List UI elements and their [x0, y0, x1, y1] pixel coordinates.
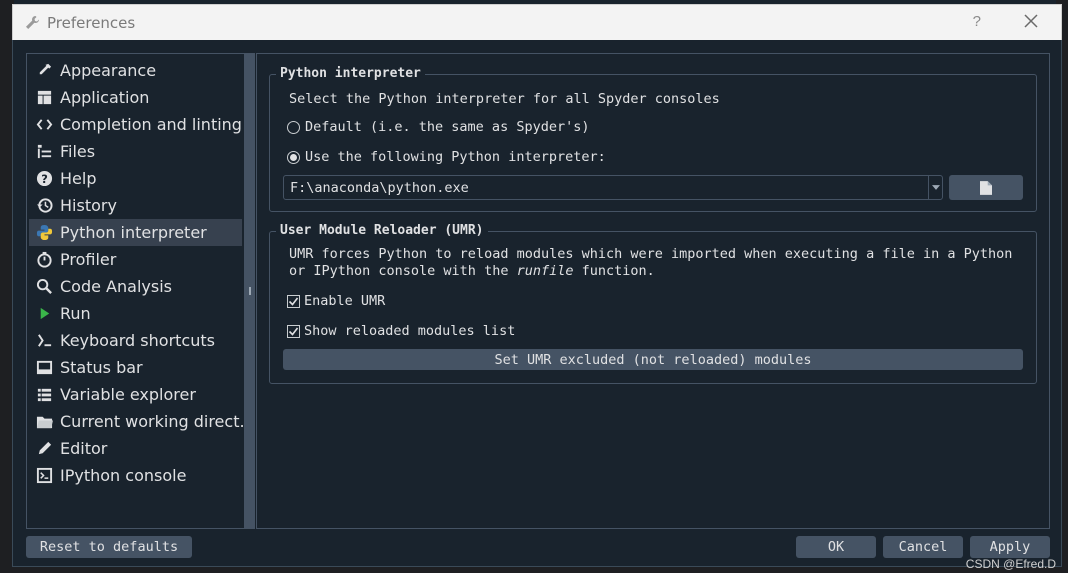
close-icon	[1024, 14, 1038, 28]
custom-interpreter-radio[interactable]: Use the following Python interpreter:	[287, 149, 606, 165]
pencil-icon	[35, 440, 53, 458]
sidebar-item-working-directory[interactable]: Current working direct...	[27, 408, 244, 435]
sidebar-item-appearance[interactable]: Appearance	[27, 57, 244, 84]
settings-content: Python interpreter Select the Python int…	[256, 53, 1050, 529]
play-icon	[35, 305, 53, 323]
umr-description-line2: or IPython console with the runfile func…	[289, 263, 655, 279]
show-reloaded-modules-checkbox[interactable]: Show reloaded modules list	[287, 323, 515, 339]
show-list-check-indicator[interactable]	[287, 324, 300, 338]
splitter-grip	[249, 287, 251, 295]
close-button[interactable]	[1021, 11, 1041, 31]
file-icon	[980, 180, 992, 195]
checkmark-icon	[288, 327, 299, 336]
wrench-icon	[23, 14, 41, 32]
default-radio-indicator[interactable]	[287, 120, 300, 134]
checkmark-icon	[288, 297, 299, 306]
preferences-dialog: Appearance Application Completion and li…	[12, 40, 1062, 567]
file-tree-icon	[35, 143, 53, 161]
sidebar-item-help[interactable]: ? Help	[27, 165, 244, 192]
sidebar: Appearance Application Completion and li…	[26, 53, 245, 529]
sidebar-item-run[interactable]: Run	[27, 300, 244, 327]
cancel-button[interactable]: Cancel	[883, 536, 963, 558]
interpreter-description: Select the Python interpreter for all Sp…	[289, 91, 720, 107]
folder-icon	[35, 413, 53, 431]
svg-text:?: ?	[41, 172, 48, 186]
list-icon	[35, 386, 53, 404]
sidebar-item-files[interactable]: Files	[27, 138, 244, 165]
interpreter-path-value[interactable]: F:\anaconda\python.exe	[290, 180, 469, 196]
python-interpreter-group: Python interpreter Select the Python int…	[269, 66, 1037, 212]
code-icon	[35, 116, 53, 134]
eyedropper-icon	[35, 62, 53, 80]
window-title: Preferences	[47, 13, 136, 32]
enable-umr-check-indicator[interactable]	[287, 294, 300, 308]
apply-button[interactable]: Apply	[970, 536, 1050, 558]
title-bar: Preferences ?	[12, 4, 1062, 40]
python-interpreter-group-title: Python interpreter	[276, 66, 425, 81]
browse-file-button[interactable]	[949, 175, 1023, 200]
umr-description-line1: UMR forces Python to reload modules whic…	[289, 246, 1013, 262]
sidebar-item-ipython-console[interactable]: IPython console	[27, 462, 244, 489]
sidebar-item-variable-explorer[interactable]: Variable explorer	[27, 381, 244, 408]
sidebar-splitter[interactable]	[245, 53, 255, 529]
custom-radio-indicator[interactable]	[287, 150, 300, 164]
python-icon	[35, 224, 53, 242]
sidebar-item-code-analysis[interactable]: Code Analysis	[27, 273, 244, 300]
layout-icon	[35, 89, 53, 107]
sidebar-item-profiler[interactable]: Profiler	[27, 246, 244, 273]
timer-icon	[35, 251, 53, 269]
umr-group-title: User Module Reloader (UMR)	[276, 223, 488, 238]
umr-group: User Module Reloader (UMR) UMR forces Py…	[269, 223, 1037, 384]
sidebar-item-editor[interactable]: Editor	[27, 435, 244, 462]
watermark: CSDN @Efred.D	[965, 557, 1056, 571]
interpreter-path-combobox[interactable]: F:\anaconda\python.exe	[283, 175, 943, 200]
sidebar-item-application[interactable]: Application	[27, 84, 244, 111]
statusbar-icon	[35, 359, 53, 377]
ok-button[interactable]: OK	[796, 536, 876, 558]
chevron-down-icon[interactable]	[928, 176, 942, 199]
background-bottom	[0, 567, 1068, 573]
enable-umr-checkbox[interactable]: Enable UMR	[287, 293, 385, 309]
sidebar-item-python-interpreter[interactable]: Python interpreter	[29, 219, 242, 246]
console-icon	[35, 467, 53, 485]
umr-excluded-modules-button[interactable]: Set UMR excluded (not reloaded) modules	[283, 349, 1023, 370]
sidebar-item-status-bar[interactable]: Status bar	[27, 354, 244, 381]
sidebar-item-keyboard-shortcuts[interactable]: Keyboard shortcuts	[27, 327, 244, 354]
question-icon: ?	[35, 170, 53, 188]
keyboard-icon	[35, 332, 53, 350]
sidebar-item-history[interactable]: History	[27, 192, 244, 219]
history-icon	[35, 197, 53, 215]
reset-defaults-button[interactable]: Reset to defaults	[26, 536, 192, 558]
search-code-icon	[35, 278, 53, 296]
help-button[interactable]: ?	[973, 13, 981, 30]
sidebar-item-completion[interactable]: Completion and linting	[27, 111, 244, 138]
default-interpreter-radio[interactable]: Default (i.e. the same as Spyder's)	[287, 119, 589, 135]
